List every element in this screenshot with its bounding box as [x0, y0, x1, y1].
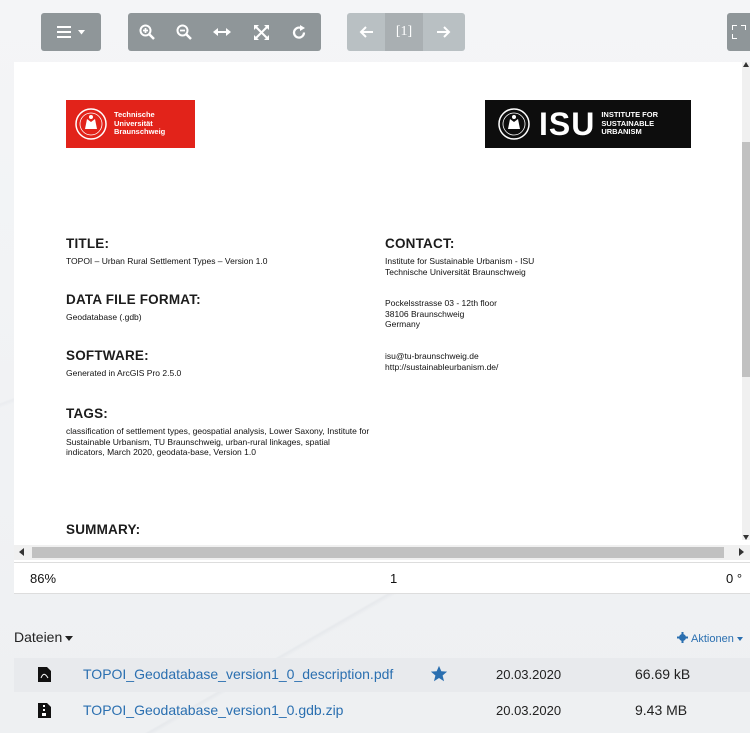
viewer-status-bar: 86% 1 0 ° — [14, 562, 750, 594]
contact-address: Pockelsstrasse 03 - 12th floor 38106 Bra… — [385, 298, 497, 329]
actions-dropdown[interactable]: Aktionen — [677, 632, 743, 646]
title-text: TOPOI – Urban Rural Settlement Types – V… — [66, 256, 268, 266]
fit-page-button[interactable] — [242, 13, 280, 51]
rotation-angle: 0 ° — [726, 571, 743, 586]
zip-file-icon — [38, 703, 51, 718]
horizontal-scroll-thumb[interactable] — [32, 547, 724, 558]
fullscreen-button[interactable] — [727, 13, 750, 51]
previous-page-button[interactable] — [347, 13, 385, 51]
contact-heading: CONTACT: — [385, 236, 455, 251]
fullscreen-icon — [732, 25, 746, 39]
vertical-scroll-thumb[interactable] — [742, 142, 750, 377]
title-heading: TITLE: — [66, 236, 110, 251]
fit-page-icon — [253, 24, 269, 40]
pdf-toolbar: [1] — [0, 0, 750, 62]
current-page: 1 — [390, 571, 398, 586]
page-number-display[interactable]: [1] — [385, 13, 423, 51]
pdf-viewer[interactable]: Technische Universität Braunschweig ISU … — [14, 62, 750, 562]
tags-text: classification of settlement types, geos… — [66, 426, 370, 457]
fullscreen-group — [727, 13, 750, 51]
format-text: Geodatabase (.gdb) — [66, 312, 142, 322]
rotate-icon — [292, 24, 307, 40]
file-date: 20.03.2020 — [496, 667, 562, 682]
scroll-up-arrow-icon[interactable] — [743, 62, 749, 67]
file-size: 66.69 kB — [635, 666, 691, 682]
horizontal-scrollbar[interactable] — [14, 545, 750, 560]
menu-dropdown-button[interactable] — [41, 13, 101, 51]
chevron-down-icon — [78, 29, 85, 35]
zoom-level: 86% — [30, 571, 57, 586]
page-nav-group: [1] — [347, 13, 465, 51]
contact-web: isu@tu-braunschweig.de http://sustainabl… — [385, 351, 499, 372]
tu-braunschweig-logo: Technische Universität Braunschweig — [66, 100, 195, 148]
scroll-down-arrow-icon[interactable] — [743, 535, 749, 540]
hamburger-menu-icon — [57, 26, 71, 38]
actions-label: Aktionen — [691, 633, 734, 645]
tags-heading: TAGS: — [66, 406, 108, 421]
zoom-group — [128, 13, 321, 51]
isu-seal-icon — [498, 108, 530, 140]
file-link[interactable]: TOPOI_Geodatabase_version1_0_description… — [83, 666, 393, 682]
software-heading: SOFTWARE: — [66, 348, 149, 363]
isu-logo: ISU INSTITUTE FOR SUSTAINABLE URBANISM — [485, 100, 691, 148]
format-heading: DATA FILE FORMAT: — [66, 292, 201, 307]
files-dropdown[interactable]: Dateien — [14, 629, 74, 645]
zoom-out-button[interactable] — [166, 13, 202, 51]
tu-logo-text: Technische Universität Braunschweig — [114, 110, 166, 137]
isu-logo-small-text: INSTITUTE FOR SUSTAINABLE URBANISM — [601, 110, 659, 137]
caret-down-icon — [736, 637, 743, 641]
file-row: TOPOI_Geodatabase_version1_0.gdb.zip 20.… — [14, 694, 750, 728]
file-row: TOPOI_Geodatabase_version1_0_description… — [14, 658, 750, 692]
next-page-button[interactable] — [423, 13, 465, 51]
files-title: Dateien — [14, 629, 63, 645]
software-text: Generated in ArcGIS Pro 2.5.0 — [66, 368, 182, 378]
menu-group — [41, 13, 101, 51]
fit-width-button[interactable] — [202, 13, 242, 51]
arrow-left-icon — [359, 26, 373, 38]
zoom-in-icon — [139, 24, 155, 40]
tu-seal-icon — [75, 108, 107, 140]
scroll-left-arrow-icon[interactable] — [19, 548, 24, 556]
file-date: 20.03.2020 — [496, 703, 562, 718]
gear-icon — [677, 632, 688, 646]
arrow-right-icon — [437, 26, 451, 38]
fit-width-icon — [213, 27, 231, 37]
chevron-down-icon — [65, 635, 74, 641]
file-size: 9.43 MB — [635, 702, 688, 718]
zoom-out-icon — [176, 24, 192, 40]
zoom-in-button[interactable] — [128, 13, 166, 51]
vertical-scrollbar[interactable] — [742, 62, 750, 540]
star-icon[interactable] — [430, 665, 448, 683]
contact-org: Institute for Sustainable Urbanism - ISU… — [385, 256, 535, 277]
isu-logo-big-text: ISU — [539, 105, 596, 142]
scroll-right-arrow-icon[interactable] — [739, 548, 744, 556]
file-link[interactable]: TOPOI_Geodatabase_version1_0.gdb.zip — [83, 702, 343, 718]
rotate-button[interactable] — [280, 13, 318, 51]
summary-heading: SUMMARY: — [66, 522, 141, 537]
pdf-file-icon — [38, 667, 51, 682]
